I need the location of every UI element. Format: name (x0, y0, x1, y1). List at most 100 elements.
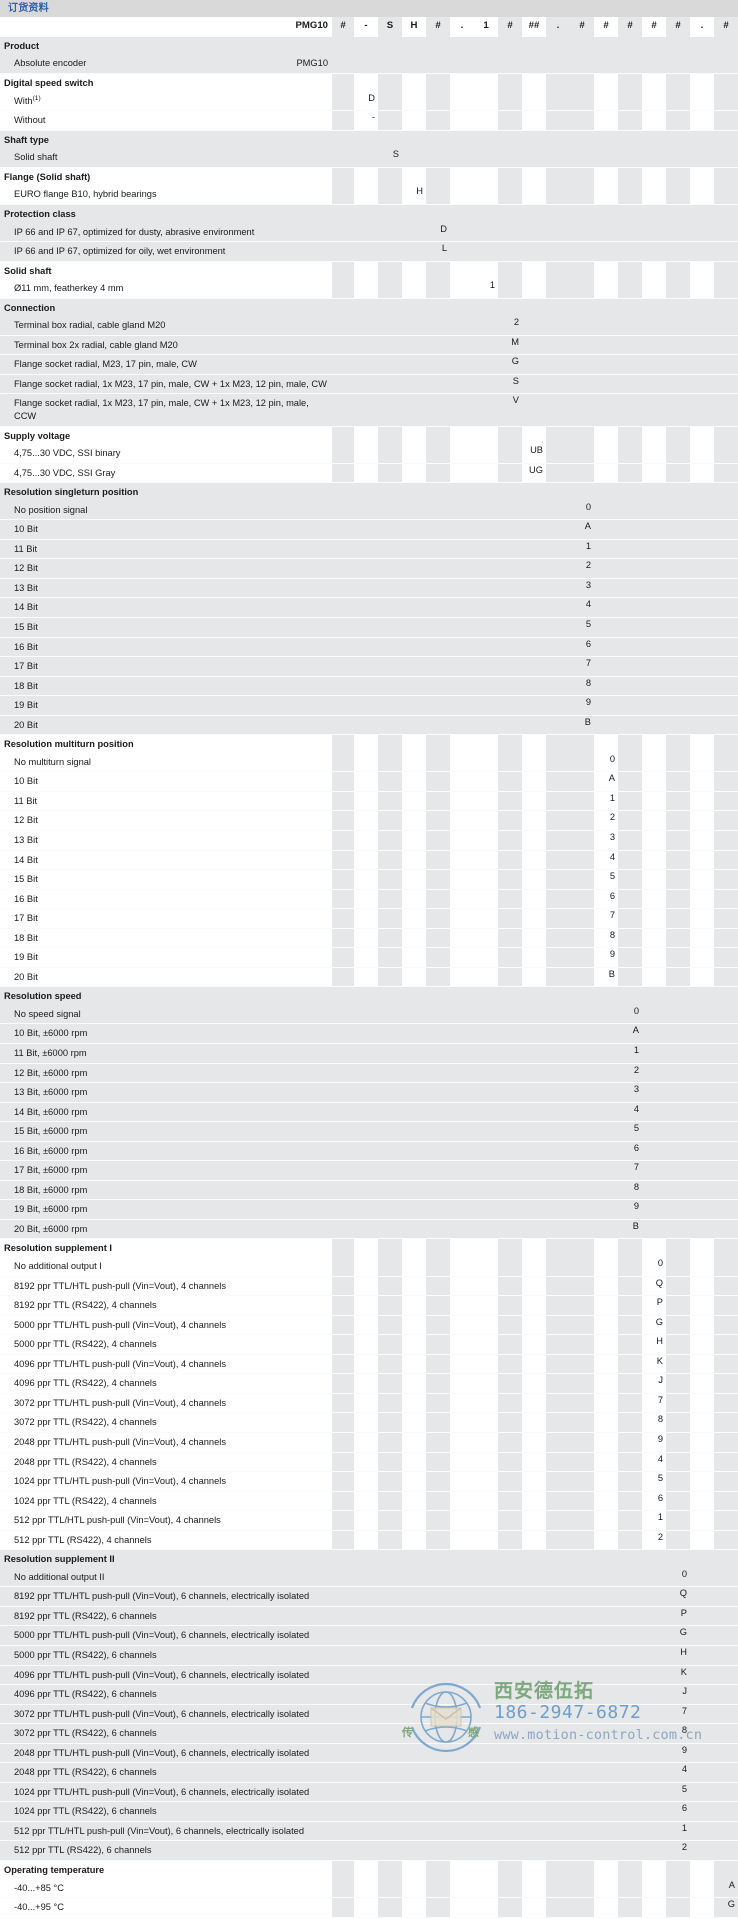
option-row[interactable]: 3072 ppr TTL/HTL push-pull (Vin=Vout), 6… (0, 1704, 738, 1725)
option-row[interactable]: Without - (0, 110, 738, 131)
option-row[interactable]: 8192 ppr TTL/HTL push-pull (Vin=Vout), 4… (0, 1276, 738, 1297)
option-row[interactable]: No multiturn signal 0 (0, 752, 738, 773)
option-row[interactable]: 3072 ppr TTL (RS422), 4 channels 8 (0, 1412, 738, 1433)
option-row[interactable]: Solid shaft S (0, 148, 738, 168)
option-row[interactable]: Flange socket radial, 1x M23, 17 pin, ma… (0, 393, 738, 427)
section-heading-row: Resolution singleturn position (0, 482, 738, 501)
option-row[interactable]: 1024 ppr TTL (RS422), 6 channels 6 (0, 1801, 738, 1822)
option-row[interactable]: 512 ppr TTL/HTL push-pull (Vin=Vout), 6 … (0, 1821, 738, 1842)
option-row[interactable]: 17 Bit 7 (0, 656, 738, 677)
option-row[interactable]: 4096 ppr TTL/HTL push-pull (Vin=Vout), 4… (0, 1354, 738, 1375)
option-row[interactable]: 5000 ppr TTL/HTL push-pull (Vin=Vout), 6… (0, 1625, 738, 1646)
code-column-cell (426, 316, 450, 336)
option-row[interactable]: IP 66 and IP 67, optimized for dusty, ab… (0, 222, 738, 243)
option-row[interactable]: 20 Bit B (0, 715, 738, 736)
option-row[interactable]: IP 66 and IP 67, optimized for oily, wet… (0, 241, 738, 262)
option-row[interactable]: 10 Bit A (0, 771, 738, 792)
option-row[interactable]: 512 ppr TTL (RS422), 4 channels 2 (0, 1530, 738, 1551)
option-row[interactable]: 12 Bit 2 (0, 558, 738, 579)
option-row[interactable]: 10 Bit, ±6000 rpm A (0, 1023, 738, 1045)
option-row[interactable]: 4096 ppr TTL (RS422), 4 channels J (0, 1373, 738, 1394)
option-row[interactable]: 17 Bit, ±6000 rpm 7 (0, 1160, 738, 1181)
option-row[interactable]: 4096 ppr TTL (RS422), 6 channels J (0, 1684, 738, 1705)
code-column-cell (570, 1295, 594, 1316)
code-column-cell (642, 374, 666, 395)
option-row[interactable]: -40...+85 °C A (0, 1878, 738, 1899)
option-row[interactable]: 20 Bit, ±6000 rpm B (0, 1219, 738, 1240)
option-code: 0 (642, 1257, 666, 1277)
option-row[interactable]: Terminal box radial, cable gland M20 2 (0, 316, 738, 336)
option-row[interactable]: 4,75...30 VDC, SSI Gray UG (0, 463, 738, 484)
option-row[interactable]: 8192 ppr TTL (RS422), 4 channels P (0, 1295, 738, 1316)
option-row[interactable]: 4,75...30 VDC, SSI binary UB (0, 444, 738, 464)
code-column-cell (402, 335, 426, 356)
option-row[interactable]: 2048 ppr TTL (RS422), 4 channels 4 (0, 1452, 738, 1473)
option-row[interactable]: 19 Bit 9 (0, 947, 738, 968)
code-column-cell (714, 1432, 738, 1453)
option-row[interactable]: 18 Bit, ±6000 rpm 8 (0, 1180, 738, 1201)
code-column-cell (570, 91, 594, 112)
code-column-cell (570, 928, 594, 949)
option-row[interactable]: 18 Bit 8 (0, 676, 738, 697)
option-row[interactable]: 16 Bit, ±6000 rpm 6 (0, 1141, 738, 1162)
code-column-cell (450, 1510, 474, 1531)
option-row[interactable]: 13 Bit 3 (0, 830, 738, 851)
option-row[interactable]: Absolute encoder PMG10 (0, 54, 738, 75)
option-row[interactable]: 14 Bit 4 (0, 850, 738, 871)
option-row[interactable]: -40...+95 °C G (0, 1897, 738, 1918)
option-row[interactable]: No additional output II 0 (0, 1567, 738, 1588)
option-row[interactable]: 1024 ppr TTL (RS422), 4 channels 6 (0, 1491, 738, 1512)
option-row[interactable]: 12 Bit 2 (0, 810, 738, 831)
option-row[interactable]: Flange socket radial, 1x M23, 17 pin, ma… (0, 374, 738, 395)
option-row[interactable]: No position signal 0 (0, 500, 738, 521)
option-row[interactable]: 19 Bit, ±6000 rpm 9 (0, 1199, 738, 1220)
option-row[interactable]: 18 Bit 8 (0, 928, 738, 949)
option-row[interactable]: Flange socket radial, M23, 17 pin, male,… (0, 354, 738, 375)
code-column-cell (354, 54, 378, 75)
option-row[interactable]: 11 Bit 1 (0, 791, 738, 812)
option-row[interactable]: 3072 ppr TTL (RS422), 6 channels 8 (0, 1723, 738, 1744)
option-row[interactable]: 12 Bit, ±6000 rpm 2 (0, 1063, 738, 1084)
code-column-cell (546, 54, 570, 75)
option-row[interactable]: 20 Bit B (0, 967, 738, 988)
option-row[interactable]: 5000 ppr TTL (RS422), 4 channels H (0, 1334, 738, 1355)
option-row[interactable]: Terminal box 2x radial, cable gland M20 M (0, 335, 738, 356)
option-row[interactable]: 15 Bit 5 (0, 869, 738, 890)
option-row[interactable]: 15 Bit 5 (0, 617, 738, 638)
option-row[interactable]: 16 Bit 6 (0, 637, 738, 658)
option-row[interactable]: No speed signal 0 (0, 1004, 738, 1025)
option-row[interactable]: 1024 ppr TTL/HTL push-pull (Vin=Vout), 4… (0, 1471, 738, 1492)
option-row[interactable]: No additional output I0 (0, 1257, 738, 1277)
option-row[interactable]: 1024 ppr TTL/HTL push-pull (Vin=Vout), 6… (0, 1782, 738, 1803)
option-row[interactable]: 2048 ppr TTL/HTL push-pull (Vin=Vout), 6… (0, 1743, 738, 1764)
option-row[interactable]: 15 Bit, ±6000 rpm 5 (0, 1121, 738, 1142)
option-row[interactable]: 2048 ppr TTL (RS422), 6 channels 4 (0, 1762, 738, 1783)
option-row[interactable]: 17 Bit 7 (0, 908, 738, 929)
code-column-cell (666, 1530, 690, 1551)
code-column-cell (426, 1530, 450, 1551)
option-row[interactable]: 10 Bit A (0, 519, 738, 540)
code-column-cell (450, 869, 474, 890)
option-row[interactable]: 2048 ppr TTL/HTL push-pull (Vin=Vout), 4… (0, 1432, 738, 1453)
option-row[interactable]: 14 Bit 4 (0, 597, 738, 618)
option-row[interactable]: 19 Bit 9 (0, 695, 738, 716)
option-row[interactable]: EURO flange B10, hybrid bearings H (0, 185, 738, 205)
option-row[interactable]: 5000 ppr TTL (RS422), 6 channels H (0, 1645, 738, 1666)
code-column-cell (714, 185, 738, 205)
option-row[interactable]: 8192 ppr TTL (RS422), 6 channels P (0, 1606, 738, 1627)
option-row[interactable]: 512 ppr TTL/HTL push-pull (Vin=Vout), 4 … (0, 1510, 738, 1531)
option-row[interactable]: 16 Bit 6 (0, 889, 738, 910)
option-row[interactable]: Ø11 mm, featherkey 4 mm 1 (0, 279, 738, 299)
option-row[interactable]: 3072 ppr TTL/HTL push-pull (Vin=Vout), 4… (0, 1393, 738, 1414)
option-row[interactable]: 13 Bit, ±6000 rpm 3 (0, 1082, 738, 1103)
code-column-cell (690, 539, 714, 560)
option-row[interactable]: 13 Bit 3 (0, 578, 738, 599)
option-row[interactable]: 14 Bit, ±6000 rpm 4 (0, 1102, 738, 1123)
option-row[interactable]: 11 Bit, ±6000 rpm 1 (0, 1043, 738, 1064)
option-row[interactable]: 8192 ppr TTL/HTL push-pull (Vin=Vout), 6… (0, 1586, 738, 1607)
option-row[interactable]: With(1) D (0, 91, 738, 112)
option-row[interactable]: 5000 ppr TTL/HTL push-pull (Vin=Vout), 4… (0, 1315, 738, 1336)
option-row[interactable]: 11 Bit 1 (0, 539, 738, 560)
option-row[interactable]: 512 ppr TTL (RS422), 6 channels 2 (0, 1840, 738, 1861)
option-row[interactable]: 4096 ppr TTL/HTL push-pull (Vin=Vout), 6… (0, 1665, 738, 1686)
